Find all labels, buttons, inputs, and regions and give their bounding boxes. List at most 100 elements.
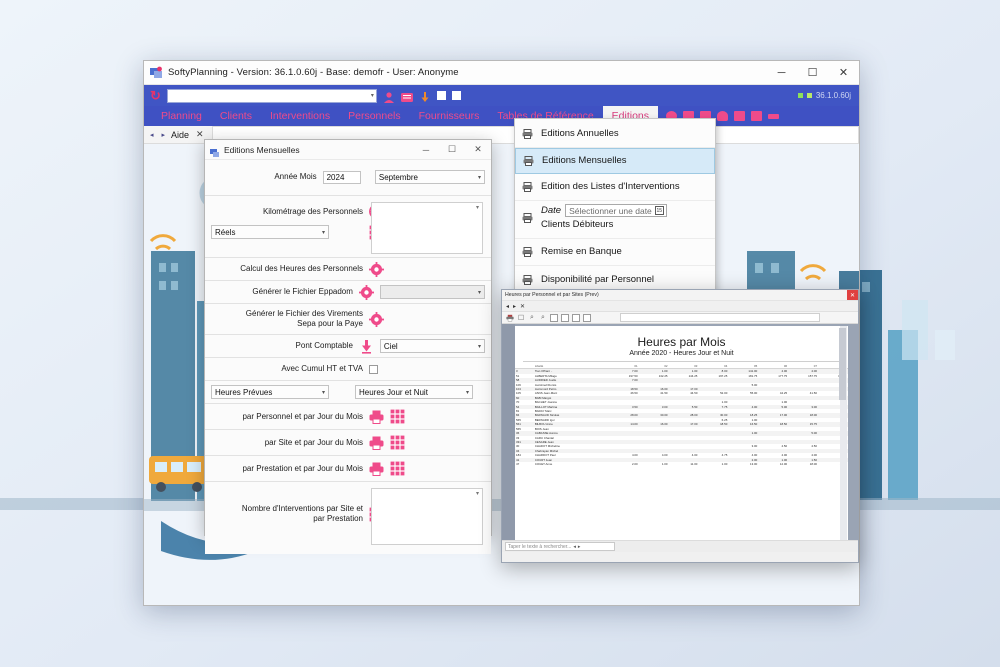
report-close-button[interactable]: ✕ (847, 290, 858, 300)
mois-select[interactable]: Septembre ▾ (374, 170, 485, 184)
pont-comptable-value: Ciel (383, 341, 398, 351)
global-search-input[interactable]: ▾ (166, 88, 377, 103)
heures-prevues-value: Heures Prévues (215, 387, 273, 397)
menu-item-editions-mensuelles[interactable]: Editions Mensuelles (515, 148, 715, 174)
list-icon[interactable] (400, 90, 413, 102)
grid-icon[interactable] (390, 461, 405, 476)
report-scrollbar-thumb[interactable] (839, 328, 846, 400)
search-next-icon[interactable]: ▸ (578, 544, 581, 550)
gear-icon[interactable] (369, 311, 384, 327)
sepa-label: Générer le Fichier des Virements Sepa po… (211, 309, 363, 329)
gear-icon[interactable] (369, 261, 384, 277)
menu-item-editions-annuelles[interactable]: Editions Annuelles (515, 121, 715, 148)
maximize-button[interactable]: ☐ (797, 61, 828, 85)
zoom-in-icon[interactable]: ⌕ (528, 314, 536, 322)
report-nav-next[interactable]: ▸ (513, 303, 516, 310)
menu-item-planning[interactable]: Planning (152, 106, 211, 126)
tab-aide[interactable]: Aide (171, 130, 189, 140)
download-icon[interactable] (419, 90, 431, 102)
minimize-button[interactable]: ─ (766, 61, 797, 85)
section-periode: Année Mois 2024 Septembre ▾ (205, 160, 491, 196)
report-nav-prev[interactable]: ◂ (506, 303, 509, 310)
printer-icon[interactable] (369, 461, 384, 476)
page-layout-icon[interactable] (550, 313, 558, 322)
window-title-bar: SoftyPlanning - Version: 36.1.0.60j - Ba… (144, 61, 859, 85)
dialog-maximize-button[interactable]: ☐ (439, 140, 465, 160)
menu-label: Remise en Banque (541, 246, 622, 258)
page-layout-icon[interactable] (561, 313, 569, 322)
users-icon[interactable] (751, 111, 763, 121)
download-icon[interactable] (359, 339, 374, 354)
section-calcul-heures: Calcul des Heures des Personnels (205, 258, 491, 281)
menu-item-clients-debiteurs[interactable]: Date Sélectionner une date 15 Clients Dé… (515, 201, 715, 239)
report-nav-close[interactable]: ✕ (520, 303, 525, 310)
interventions-label-line2: par Prestation (313, 514, 363, 523)
page-icon[interactable]: ☐ (517, 314, 525, 322)
page-layout-icon[interactable] (572, 313, 580, 322)
search-prev-icon[interactable]: ◂ (573, 544, 576, 550)
heures-jour-nuit-select[interactable]: Heures Jour et Nuit ▾ (355, 385, 473, 399)
menu-item-clients[interactable]: Clients (211, 106, 261, 126)
calendar-icon[interactable]: 15 (654, 206, 664, 215)
link-icon[interactable] (768, 113, 780, 119)
section-heures-selects: Heures Prévues ▾ Heures Jour et Nuit ▾ (205, 381, 491, 404)
close-button[interactable]: ✕ (828, 61, 859, 85)
refresh-icon[interactable]: ↻ (150, 89, 161, 102)
interventions-output-box[interactable]: ▾ (371, 488, 483, 545)
menu-label: Editions Mensuelles (542, 155, 627, 167)
cumul-checkbox[interactable] (369, 364, 378, 374)
report-scrollbar-track[interactable] (839, 326, 847, 540)
report-search-placeholder: Taper le texte à rechercher... (508, 543, 572, 550)
editions-dropdown-menu: Editions Annuelles Editions Mensuelles E… (514, 118, 716, 296)
printer-icon[interactable] (369, 409, 384, 424)
person-icon[interactable] (383, 90, 395, 103)
section-pont-comptable: Pont Comptable Ciel ▾ (205, 335, 491, 358)
heures-prevues-select[interactable]: Heures Prévues ▾ (211, 385, 329, 399)
date-picker-input[interactable]: Sélectionner une date 15 (565, 204, 667, 217)
menu-item-fournisseurs[interactable]: Fournisseurs (410, 106, 489, 126)
page-layout-icon[interactable] (583, 313, 591, 322)
sepa-label-line1: Générer le Fichier des Virements (245, 309, 363, 318)
eppadom-select[interactable]: ▾ (379, 285, 485, 299)
print-row-label: par Site et par Jour du Mois (264, 437, 363, 447)
version-badge: 36.1.0.60j (797, 91, 853, 100)
printer-icon[interactable] (369, 435, 384, 450)
grid-icon[interactable] (390, 409, 405, 424)
dialog-close-button[interactable]: ✕ (465, 140, 491, 160)
grid-icon[interactable] (390, 435, 405, 450)
kilometrage-output-box[interactable]: ▾ (371, 202, 483, 254)
table-row[interactable]: 47 COUET Anne 2.00 1.00 11.00 1.00 13.00 12.00 1… (515, 462, 848, 466)
reels-select[interactable]: Réels ▾ (211, 225, 329, 239)
calendar-icon[interactable] (734, 111, 746, 121)
square-icon[interactable] (436, 91, 446, 100)
print-icon[interactable] (506, 314, 514, 322)
dialog-title-text: Editions Mensuelles (224, 144, 300, 155)
printer-icon (521, 247, 533, 257)
menu-item-personnels[interactable]: Personnels (339, 106, 410, 126)
pont-comptable-select[interactable]: Ciel ▾ (379, 339, 485, 353)
report-search-box[interactable]: Taper le texte à rechercher... ◂ ▸ (505, 542, 615, 551)
gear-icon[interactable] (358, 284, 374, 300)
kilometrage-label: Kilométrage des Personnels (262, 206, 363, 216)
square-icon[interactable] (451, 91, 461, 100)
printer-icon (522, 156, 534, 166)
tab-prev-button[interactable]: ◂ (148, 131, 156, 139)
menu-item-remise-en-banque[interactable]: Remise en Banque (515, 239, 715, 266)
annee-input[interactable]: 2024 (322, 170, 361, 184)
chevron-down-icon: ▾ (370, 93, 374, 99)
menu-item-edition-listes-interventions[interactable]: Edition des Listes d'Interventions (515, 174, 715, 201)
report-page: Heures par Mois Année 2020 - Heures Jour… (515, 326, 848, 540)
printer-icon (521, 213, 533, 223)
tab-close-icon[interactable]: ✕ (196, 129, 204, 140)
status-dot-lime (806, 93, 812, 98)
dialog-minimize-button[interactable]: ─ (413, 140, 439, 160)
menu-item-interventions[interactable]: Interventions (261, 106, 339, 126)
zoom-out-icon[interactable]: ⌕ (539, 314, 547, 322)
tab-next-button[interactable]: ▸ (160, 131, 168, 139)
report-find-input[interactable] (620, 313, 820, 322)
interventions-label-line1: Nombre d'Interventions par Site et (241, 504, 363, 513)
alert-icon[interactable] (717, 111, 729, 121)
app-icon (150, 66, 163, 79)
table-cell: 1.00 (721, 461, 728, 466)
report-toolbar: ☐ ⌕ ⌕ (502, 311, 858, 324)
